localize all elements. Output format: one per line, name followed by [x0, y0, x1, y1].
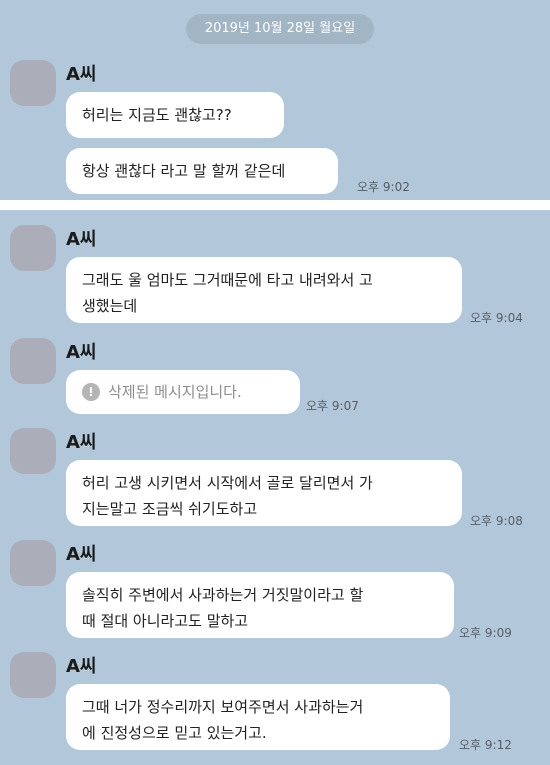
- chat-panel-bottom: A씨 그래도 울 엄마도 그거때문에 타고 내려와서 고 생했는데 오후 9:0…: [0, 210, 550, 765]
- sender-name: A씨: [66, 342, 97, 363]
- deleted-message-bubble[interactable]: ! 삭제된 메시지입니다.: [66, 370, 300, 414]
- avatar[interactable]: [10, 338, 56, 384]
- chat-panel-top: 2019년 10월 28일 월요일 A씨 허리는 지금도 괜찮고?? 항상 괜찮…: [0, 0, 550, 200]
- avatar[interactable]: [10, 652, 56, 698]
- sender-name: A씨: [66, 229, 97, 250]
- warning-icon: !: [82, 383, 100, 401]
- avatar[interactable]: [10, 428, 56, 474]
- date-divider: 2019년 10월 28일 월요일: [186, 14, 374, 44]
- message-bubble[interactable]: 그래도 울 엄마도 그거때문에 타고 내려와서 고 생했는데: [66, 257, 462, 323]
- message-time: 오후 9:08: [470, 514, 523, 528]
- sender-name: A씨: [66, 544, 97, 565]
- message-bubble[interactable]: 항상 괜찮다 라고 말 할꺼 같은데: [66, 148, 338, 194]
- message-time: 오후 9:04: [470, 311, 523, 325]
- avatar[interactable]: [10, 225, 56, 271]
- message-bubble[interactable]: 허리 고생 시키면서 시작에서 골로 달리면서 가 지는말고 조금씩 쉬기도하고: [66, 460, 462, 526]
- message-bubble[interactable]: 허리는 지금도 괜찮고??: [66, 92, 284, 138]
- message-time: 오후 9:09: [459, 626, 512, 640]
- avatar[interactable]: [10, 60, 56, 106]
- sender-name: A씨: [66, 432, 97, 453]
- sender-name: A씨: [66, 656, 97, 677]
- message-time: 오후 9:02: [357, 180, 410, 194]
- message-bubble[interactable]: 그때 너가 정수리까지 보여주면서 사과하는거 에 진정성으로 믿고 있는거고.: [66, 684, 450, 750]
- message-time: 오후 9:07: [306, 399, 359, 413]
- sender-name: A씨: [66, 64, 97, 85]
- message-time: 오후 9:12: [459, 738, 512, 752]
- message-bubble[interactable]: 솔직히 주변에서 사과하는거 거짓말이라고 할 때 절대 아니라고도 말하고: [66, 572, 454, 638]
- avatar[interactable]: [10, 540, 56, 586]
- deleted-message-text: 삭제된 메시지입니다.: [108, 383, 242, 401]
